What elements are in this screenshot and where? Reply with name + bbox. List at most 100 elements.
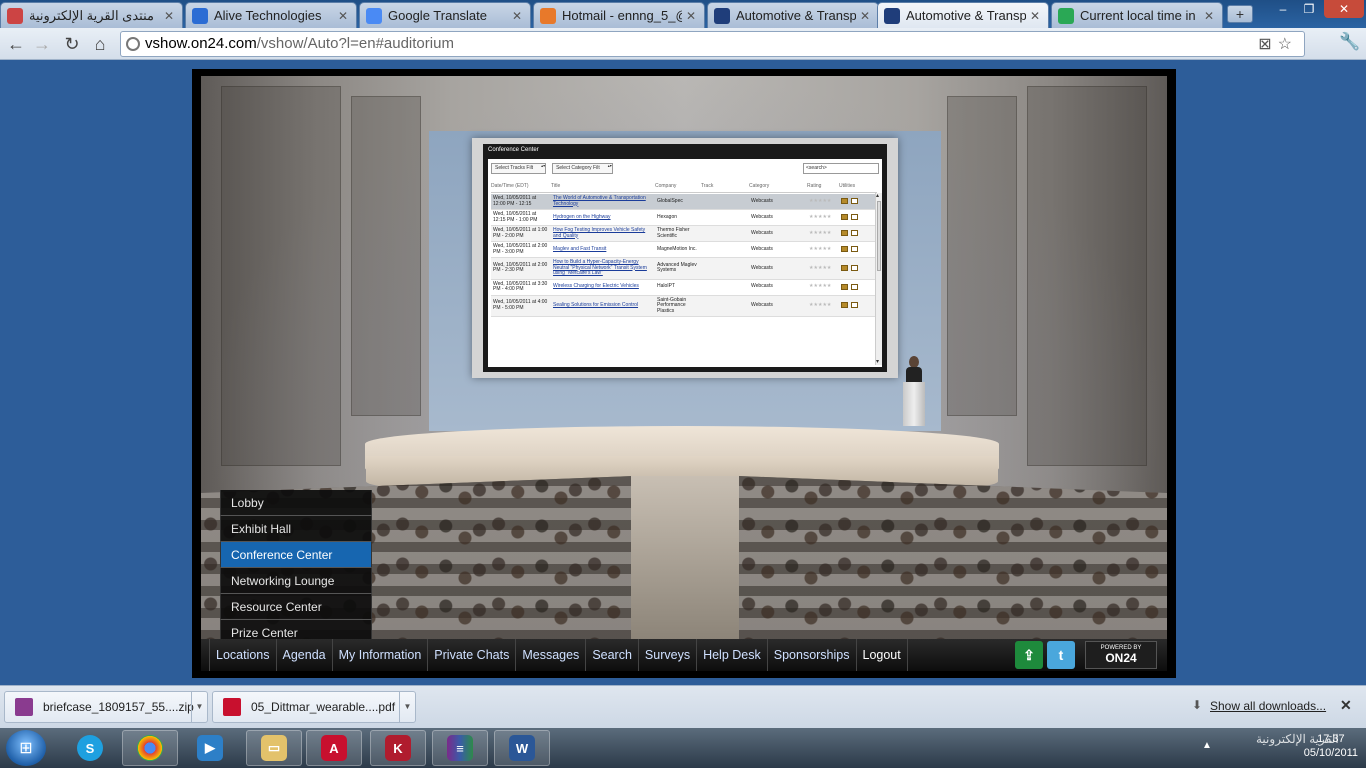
location-item-resource-center[interactable]: Resource Center [220, 594, 372, 620]
category-filter-select[interactable]: Select Category Filt [552, 163, 613, 174]
taskbar-acrobat[interactable]: A [306, 730, 362, 766]
calendar-icon[interactable] [851, 230, 858, 237]
download-item-zip[interactable]: briefcase_1809157_55....zip ▼ [4, 691, 208, 723]
tab-close-icon[interactable]: ✕ [1204, 9, 1214, 23]
nav-agenda[interactable]: Agenda [277, 639, 333, 671]
download-item-pdf[interactable]: 05_Dittmar_wearable....pdf ▼ [212, 691, 416, 723]
nav-private-chats[interactable]: Private Chats [428, 639, 517, 671]
forward-button[interactable]: → [30, 32, 54, 56]
session-title-link[interactable]: The World of Automotive & Transportation… [551, 194, 655, 209]
calendar-icon[interactable] [851, 264, 858, 271]
session-row[interactable]: Wed, 10/05/2011 at 2:00 PM - 3:00 PM Magl… [491, 242, 877, 258]
session-title-link[interactable]: How Fog Testing Improves Vehicle Safety … [551, 226, 655, 241]
session-rating[interactable]: ★★★★★ [807, 301, 839, 311]
close-download-shelf-icon[interactable]: ✕ [1340, 697, 1352, 714]
briefcase-icon[interactable] [841, 246, 848, 253]
taskbar-skype[interactable]: S [62, 730, 118, 766]
browser-tab-1[interactable]: Alive Technologies ✕ [185, 2, 357, 28]
taskbar-kaspersky[interactable]: K [370, 730, 426, 766]
col-company[interactable]: Company [655, 183, 701, 192]
nav-locations[interactable]: Locations [209, 639, 277, 671]
briefcase-icon[interactable] [841, 230, 848, 237]
session-rating[interactable]: ★★★★★ [807, 229, 839, 239]
twitter-icon[interactable]: t [1047, 641, 1075, 669]
nav-surveys[interactable]: Surveys [639, 639, 698, 671]
tab-close-icon[interactable]: ✕ [512, 9, 522, 23]
session-title-link[interactable]: Hydrogen on the Highway [551, 213, 655, 223]
show-hidden-icons-arrow[interactable]: ▲ [1202, 740, 1212, 751]
browser-tab-6[interactable]: Current local time in Ur ✕ [1051, 2, 1223, 28]
new-tab-button[interactable]: + [1227, 5, 1253, 23]
maximize-button[interactable]: ❐ [1296, 0, 1322, 18]
taskbar-winrar[interactable]: ≡ [432, 730, 488, 766]
location-item-prize-center[interactable]: Prize Center [220, 620, 372, 639]
calendar-icon[interactable] [851, 214, 858, 221]
briefcase-icon[interactable] [841, 264, 848, 271]
session-rating[interactable]: ★★★★★ [807, 282, 839, 292]
download-menu-chevron-icon[interactable]: ▼ [399, 692, 415, 722]
session-rating[interactable]: ★★★★★ [807, 264, 839, 274]
taskbar-chrome[interactable] [122, 730, 178, 766]
session-title-link[interactable]: Maglev and Fast Transit [551, 245, 655, 255]
share-icon[interactable]: ⇪ [1015, 641, 1043, 669]
taskbar-explorer[interactable]: ▭ [246, 730, 302, 766]
briefcase-icon[interactable] [841, 198, 848, 205]
session-rating[interactable]: ★★★★★ [807, 213, 839, 223]
location-item-exhibit-hall[interactable]: Exhibit Hall [220, 516, 372, 542]
browser-tab-4[interactable]: Automotive & Transpor ✕ [707, 2, 879, 28]
location-item-lobby[interactable]: Lobby [220, 490, 372, 516]
reload-button[interactable]: ↻ [60, 32, 84, 56]
close-window-button[interactable]: ✕ [1324, 0, 1364, 18]
session-row[interactable]: Wed, 10/05/2011 at 12:00 PM - 12:15 The W… [491, 194, 877, 210]
browser-tab-2[interactable]: Google Translate ✕ [359, 2, 531, 28]
tab-close-icon[interactable]: ✕ [686, 9, 696, 23]
browser-tab-3[interactable]: Hotmail - ennng_5_@ho ✕ [533, 2, 705, 28]
session-rating[interactable]: ★★★★★ [807, 245, 839, 255]
on24-logo[interactable]: POWERED BY ON24 [1085, 641, 1157, 669]
location-item-networking-lounge[interactable]: Networking Lounge [220, 568, 372, 594]
briefcase-icon[interactable] [841, 283, 848, 290]
session-title-link[interactable]: How to Build a Hyper-Capacity-Energy Neu… [551, 258, 655, 279]
tab-close-icon[interactable]: ✕ [338, 9, 348, 23]
col-title[interactable]: Title [551, 183, 655, 192]
browser-tab-5[interactable]: Automotive & Transpor ✕ [877, 2, 1049, 28]
session-list-scrollbar[interactable] [875, 193, 882, 365]
taskbar-media[interactable]: ▶ [182, 730, 238, 766]
page-action-icons[interactable]: ⊠☆ [1258, 33, 1298, 57]
start-button[interactable]: ⊞ [6, 730, 46, 766]
col-category[interactable]: Category [749, 183, 807, 192]
minimize-button[interactable]: – [1270, 0, 1296, 18]
tab-close-icon[interactable]: ✕ [860, 9, 870, 23]
session-row[interactable]: Wed, 10/05/2011 at 2:00 PM - 2:30 PM How … [491, 258, 877, 280]
tab-close-icon[interactable]: ✕ [164, 9, 174, 23]
download-menu-chevron-icon[interactable]: ▼ [191, 692, 207, 722]
col-date[interactable]: Date/Time (EDT) [491, 183, 551, 192]
nav-help-desk[interactable]: Help Desk [697, 639, 768, 671]
briefcase-icon[interactable] [841, 302, 848, 309]
address-bar[interactable]: vshow.on24.com/vshow/Auto?l=en#auditoriu… [120, 31, 1305, 57]
nav-search[interactable]: Search [586, 639, 639, 671]
nav-my-information[interactable]: My Information [333, 639, 429, 671]
session-row[interactable]: Wed, 10/05/2011 at 4:00 PM - 5:00 PM Seal… [491, 295, 877, 317]
session-row[interactable]: Wed, 10/05/2011 at 1:00 PM - 2:00 PM How … [491, 226, 877, 242]
session-row[interactable]: Wed, 10/05/2011 at 12:15 PM - 1:00 PM Hyd… [491, 210, 877, 226]
col-track[interactable]: Track [701, 183, 749, 192]
wrench-menu-icon[interactable]: 🔧 [1338, 32, 1362, 52]
calendar-icon[interactable] [851, 302, 858, 309]
taskbar-word[interactable]: W [494, 730, 550, 766]
col-rating[interactable]: Rating [807, 183, 839, 192]
calendar-icon[interactable] [851, 246, 858, 253]
session-title-link[interactable]: Wireless Charging for Electric Vehicles [551, 282, 655, 292]
nav-sponsorships[interactable]: Sponsorships [768, 639, 857, 671]
briefcase-icon[interactable] [841, 214, 848, 221]
tab-close-icon[interactable]: ✕ [1030, 9, 1040, 23]
session-row[interactable]: Wed, 10/05/2011 at 3:30 PM - 4:00 PM Wire… [491, 280, 877, 296]
back-button[interactable]: ← [4, 32, 28, 56]
browser-tab-0[interactable]: منتدى القرية الإلكترونية ✕ [0, 2, 183, 28]
nav-messages[interactable]: Messages [516, 639, 587, 671]
nav-logout[interactable]: Logout [857, 639, 908, 671]
show-all-downloads-link[interactable]: Show all downloads... [1210, 699, 1326, 713]
home-button[interactable]: ⌂ [88, 32, 112, 56]
calendar-icon[interactable] [851, 198, 858, 205]
track-filter-select[interactable]: Select Tracks Filt [491, 163, 547, 174]
